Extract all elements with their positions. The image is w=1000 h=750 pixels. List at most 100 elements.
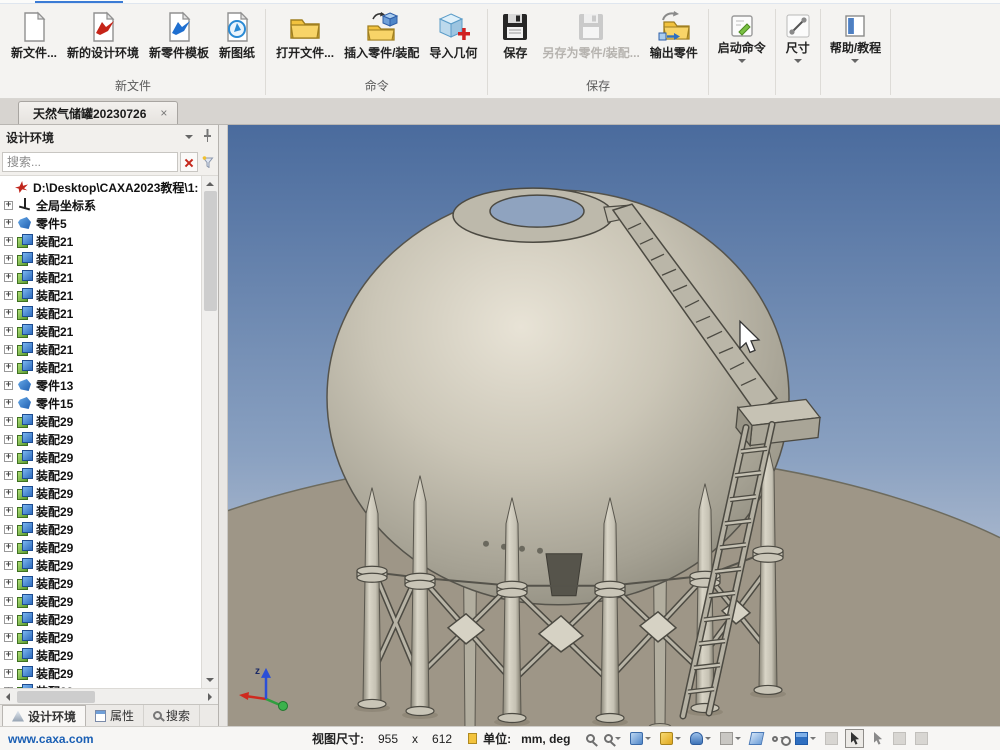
perspective-icon[interactable] [748,730,765,747]
tree-item[interactable]: + 装配29 [4,556,201,574]
open-file-button[interactable]: 打开文件... [271,6,339,60]
tree-item[interactable]: + 装配29 [4,538,201,556]
tree-item[interactable]: + 装配29 [4,412,201,430]
tree-item[interactable]: + 装配21 [4,340,201,358]
expand-icon[interactable]: + [4,525,13,534]
panel-menu-chevron-icon[interactable] [185,135,193,143]
new-drawing-button[interactable]: 新图纸 [214,6,260,60]
scroll-left-icon[interactable] [0,690,15,704]
expand-icon[interactable]: + [4,507,13,516]
expand-icon[interactable]: + [4,201,13,210]
tree-item[interactable]: + 装配21 [4,304,201,322]
expand-icon[interactable]: + [4,579,13,588]
orbit-icon[interactable] [823,730,840,747]
3d-viewport[interactable]: z [228,125,1000,726]
tab-design-environment[interactable]: 设计环境 [2,705,86,726]
expand-icon[interactable]: + [4,489,13,498]
tree-item[interactable]: + 装配21 [4,250,201,268]
tree-item[interactable]: + 零件5 [4,214,201,232]
expand-icon[interactable]: + [4,381,13,390]
expand-icon[interactable]: + [4,417,13,426]
expand-icon[interactable]: + [4,363,13,372]
expand-icon[interactable]: + [4,435,13,444]
expand-icon[interactable]: + [4,561,13,570]
expand-icon[interactable]: + [4,543,13,552]
tree-item[interactable]: + 装配29 [4,610,201,628]
expand-icon[interactable]: + [4,309,13,318]
display-mode-icon[interactable] [658,730,683,747]
expand-icon[interactable]: + [4,255,13,264]
scroll-down-icon[interactable] [203,673,218,688]
tree-item[interactable]: + 零件13 [4,376,201,394]
insert-part-assembly-button[interactable]: 插入零件/装配 [339,6,424,60]
import-geometry-button[interactable]: 导入几何 [424,6,482,60]
tab-search[interactable]: 搜索 [144,705,200,726]
tree-item[interactable]: + 零件15 [4,394,201,412]
scroll-right-icon[interactable] [203,690,218,704]
expand-icon[interactable]: + [4,273,13,282]
export-part-button[interactable]: 输出零件 [645,6,703,60]
expand-icon[interactable]: + [4,615,13,624]
expand-icon[interactable]: + [4,453,13,462]
tree-item[interactable]: + 装配21 [4,358,201,376]
expand-icon[interactable]: + [4,651,13,660]
caxa-website-link[interactable]: www.caxa.com [0,732,312,746]
tree-item[interactable]: + 装配29 [4,592,201,610]
expand-icon[interactable]: + [4,345,13,354]
tree-item[interactable]: + 装配21 [4,322,201,340]
select-cursor-icon[interactable] [845,729,864,748]
tree-item[interactable]: + 装配29 [4,430,201,448]
extra-tool2-icon[interactable] [913,730,930,747]
scroll-up-icon[interactable] [203,176,218,191]
save-button[interactable]: 保存 [493,6,537,60]
new-file-button[interactable]: 新文件... [6,6,62,60]
tree-item[interactable]: + 装配29 [4,466,201,484]
tree-vertical-scrollbar[interactable] [201,176,218,688]
tree-item[interactable]: + 装配29 [4,628,201,646]
zoom-options-icon[interactable] [602,732,623,745]
expand-icon[interactable]: + [4,669,13,678]
tree-item[interactable]: + 装配21 [4,232,201,250]
help-tutorial-button[interactable]: 帮助/教程 [822,6,889,98]
search-input[interactable] [2,152,178,172]
scrollbar-thumb[interactable] [17,691,95,703]
tree-item[interactable]: D:\Desktop\CAXA2023教程\1: [4,178,201,196]
tree-item[interactable]: + 装配29 [4,574,201,592]
3d-scene[interactable]: z [228,125,1000,726]
expand-icon[interactable]: + [4,399,13,408]
expand-icon[interactable]: + [4,597,13,606]
scrollbar-thumb[interactable] [204,191,217,311]
extra-tool-icon[interactable] [891,730,908,747]
tab-properties[interactable]: 属性 [86,705,144,726]
pick-cursor-icon[interactable] [869,730,886,747]
tree-item[interactable]: + 装配21 [4,286,201,304]
stereo-view-icon[interactable] [770,732,788,745]
render-mode-icon[interactable] [688,730,713,747]
expand-icon[interactable]: + [4,237,13,246]
zoom-icon[interactable] [584,732,597,745]
dimensions-button[interactable]: 尺寸 [777,6,819,98]
tree-item[interactable]: + 装配29 [4,664,201,682]
clear-search-icon[interactable] [180,152,198,172]
document-tab[interactable]: 天然气储罐20230726 × [18,101,178,124]
tree-item[interactable]: + 装配29 [4,646,201,664]
view-orientation-icon[interactable] [628,730,653,747]
pin-icon[interactable] [203,129,212,145]
tree-item[interactable]: + 装配29 [4,502,201,520]
tree-item[interactable]: + 装配29 [4,484,201,502]
expand-icon[interactable]: + [4,633,13,642]
tree-item[interactable]: + 装配21 [4,268,201,286]
new-design-environment-button[interactable]: 新的设计环境 [62,6,144,60]
tree-item[interactable]: + 装配29 [4,448,201,466]
tab-close-icon[interactable]: × [158,106,169,120]
expand-icon[interactable]: + [4,291,13,300]
tree-item[interactable]: + 全局坐标系 [4,196,201,214]
launch-command-button[interactable]: 启动命令 [710,6,774,98]
view-cube-icon[interactable] [793,730,818,747]
tree-item[interactable]: + 装配29 [4,520,201,538]
tree-horizontal-scrollbar[interactable] [0,688,218,704]
walkthrough-icon[interactable] [718,730,743,747]
filter-icon[interactable] [200,152,216,172]
panel-splitter[interactable] [219,125,228,726]
expand-icon[interactable]: + [4,327,13,336]
